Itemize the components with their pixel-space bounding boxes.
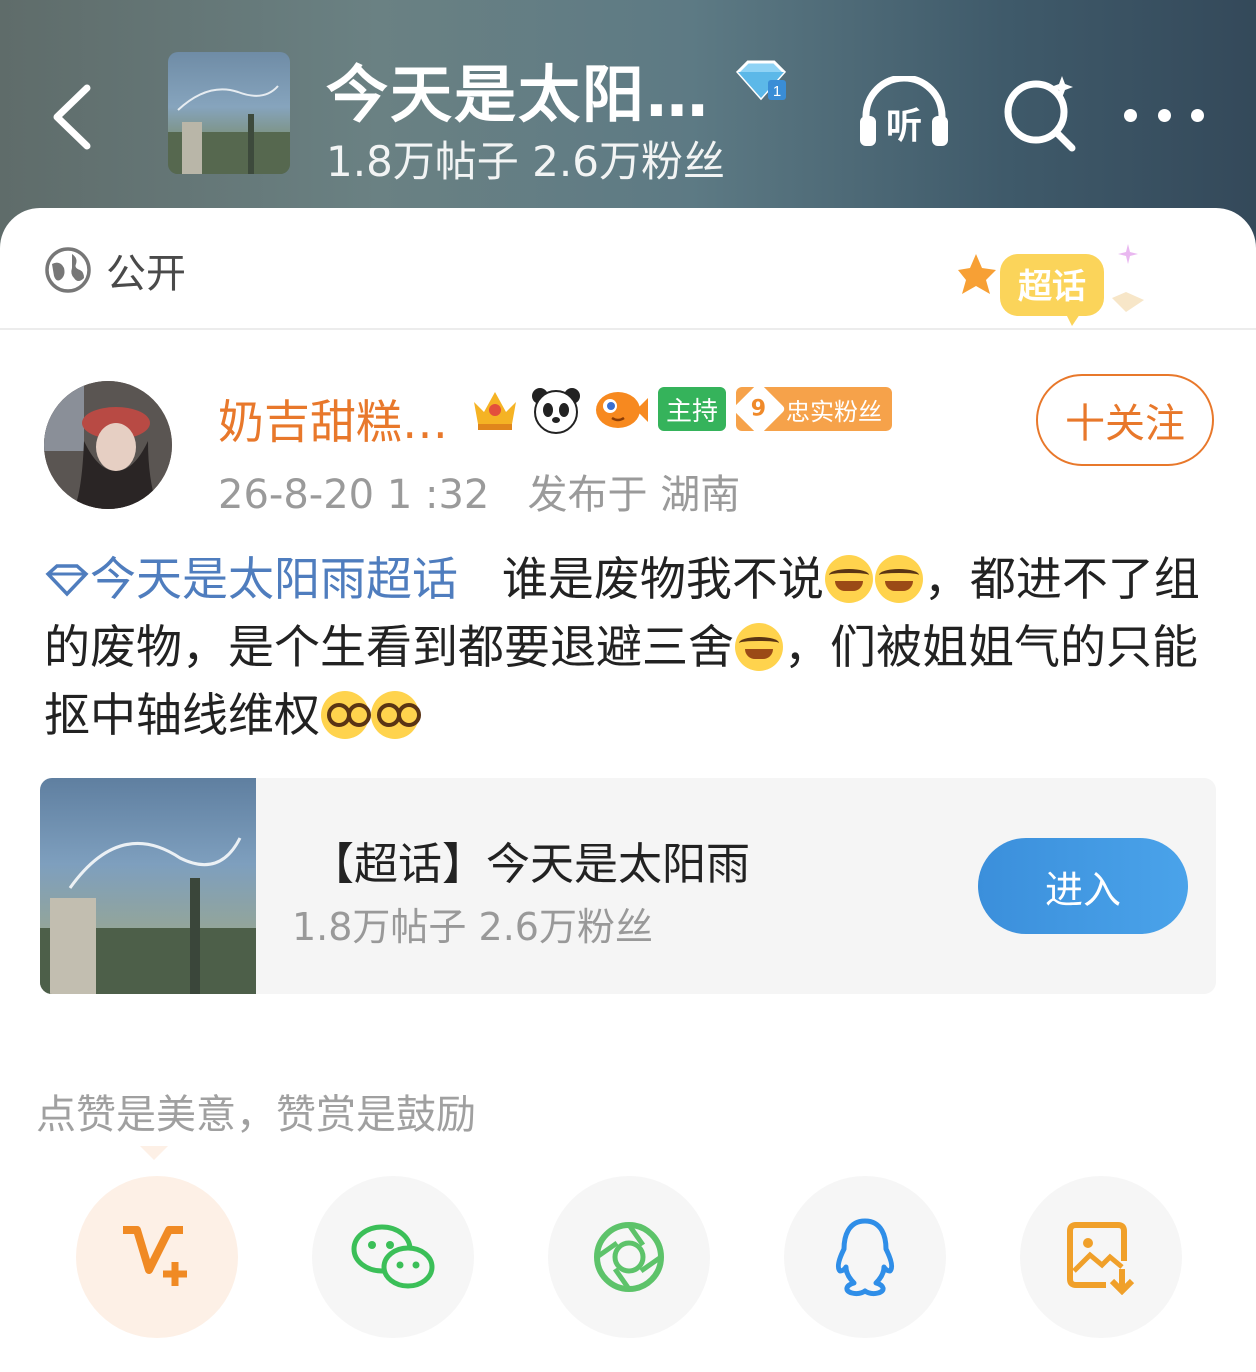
listen-headphone-icon[interactable]: 听 xyxy=(858,76,950,152)
qq-icon xyxy=(835,1218,895,1297)
svg-text:1: 1 xyxy=(773,83,781,100)
chaohua-label: 超话 xyxy=(1018,267,1086,307)
enter-topic-button[interactable]: 进入 xyxy=(978,838,1188,934)
facepalm-glasses-emoji-icon xyxy=(321,691,371,739)
laugh-cry-emoji-icon xyxy=(735,623,783,671)
v-plus-button[interactable] xyxy=(76,1176,238,1338)
save-image-button[interactable] xyxy=(1020,1176,1182,1338)
wechat-icon xyxy=(351,1224,435,1289)
post-text-part: 谁是废物我不说 xyxy=(501,552,824,606)
laugh-cry-emoji-icon xyxy=(874,555,923,603)
dot-icon xyxy=(1191,108,1204,122)
user-avatar[interactable] xyxy=(44,381,172,509)
fish-icon xyxy=(596,392,648,428)
topic-card-stats: 1.8万帖子 2.6万粉丝 xyxy=(292,905,653,949)
search-icon[interactable] xyxy=(1000,72,1080,152)
host-badge: 主持 xyxy=(658,387,727,431)
more-options-button[interactable] xyxy=(1124,100,1204,130)
super-topic-diamond-icon: 1 xyxy=(735,60,787,101)
loyal-fan-badge: 9 忠实粉丝 xyxy=(732,382,893,436)
fan-label: 忠实粉丝 xyxy=(786,397,883,426)
save-image-icon xyxy=(1067,1222,1135,1295)
laugh-cry-emoji-icon xyxy=(824,555,873,603)
qq-share-button[interactable] xyxy=(784,1176,946,1338)
topic-card-cover xyxy=(40,778,256,994)
follow-button[interactable]: 十关注 xyxy=(1036,374,1214,466)
topic-card-title: 【超话】今天是太阳雨 xyxy=(310,839,750,890)
facepalm-glasses-emoji-icon xyxy=(371,691,421,739)
v-plus-icon xyxy=(123,1226,187,1286)
globe-icon xyxy=(45,247,91,293)
chaohua-logo-badge: 超话 xyxy=(958,244,1144,326)
topic-link-text[interactable]: 今天是太阳雨超话 xyxy=(90,552,458,606)
topic-title: 今天是太阳… xyxy=(326,58,711,131)
moments-icon xyxy=(594,1222,664,1292)
dot-icon xyxy=(1157,108,1171,122)
visibility-label: 公开 xyxy=(106,251,186,297)
wechat-share-button[interactable] xyxy=(312,1176,474,1338)
divider xyxy=(0,328,1256,330)
reward-hint: 点赞是美意，赞赏是鼓励 xyxy=(36,1092,476,1138)
post-time: 26-8-20 1 :32 xyxy=(218,472,490,518)
back-button[interactable] xyxy=(36,72,106,162)
topic-cover-thumbnail[interactable] xyxy=(168,52,290,174)
back-arrow-icon xyxy=(53,84,91,150)
user-badges: 主持 9 忠实粉丝 xyxy=(470,382,893,436)
share-bar xyxy=(76,1176,1182,1338)
username[interactable]: 奶吉甜糕… xyxy=(218,386,448,452)
topic-card[interactable]: 【超话】今天是太阳雨 1.8万帖子 2.6万粉丝 进入 xyxy=(40,778,1216,994)
dot-icon xyxy=(1124,108,1137,122)
panda-icon xyxy=(532,388,580,434)
tooltip-notch xyxy=(140,1146,168,1160)
post-body: 今天是太阳雨超话 谁是废物我不说 ，都进不了组的废物，是个生看到都要退避三舍 ，们被… xyxy=(44,545,1216,749)
moments-share-button[interactable] xyxy=(548,1176,710,1338)
fan-level: 9 xyxy=(732,382,786,436)
super-topic-diamond-icon xyxy=(45,564,89,597)
topic-stats: 1.8万帖子 2.6万粉丝 xyxy=(326,137,725,186)
crown-level-icon xyxy=(474,392,516,430)
visibility-indicator: 公开 xyxy=(44,245,186,297)
svg-text:听: 听 xyxy=(886,106,922,147)
post-meta: 26-8-20 1 :32 发布于 湖南 xyxy=(218,462,740,520)
topic-link[interactable]: 今天是太阳雨超话 xyxy=(44,552,458,606)
post-location: 发布于 湖南 xyxy=(527,472,741,518)
